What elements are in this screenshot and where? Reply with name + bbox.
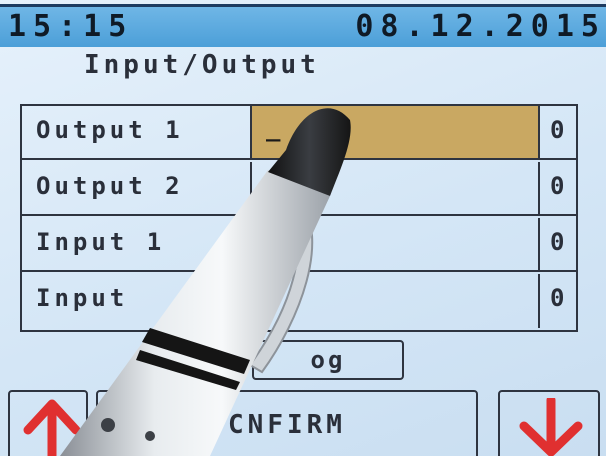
clock-date: 08.12.2015 (355, 9, 606, 44)
io-row-input-1: Input 1 0 (22, 218, 576, 272)
io-row-input-2: Input 0 (22, 274, 576, 328)
io-state: 0 (550, 172, 565, 200)
io-value-text: _ (266, 114, 281, 142)
io-value-field[interactable] (250, 218, 540, 270)
io-label: Input (36, 284, 129, 312)
status-bar: 15:15 08.12.2015 (0, 4, 606, 47)
io-value-field[interactable] (250, 162, 540, 214)
clock-time: 15:15 (8, 9, 134, 44)
io-table: Output 1 _ 0 Output 2 0 Input 1 0 Input (20, 104, 578, 332)
arrow-up-icon (23, 399, 81, 456)
io-label: Output 1 (36, 116, 184, 144)
page-title: Input/Output (84, 50, 320, 80)
io-row-output-2: Output 2 0 (22, 162, 576, 216)
io-state: 0 (550, 228, 565, 256)
io-value-field[interactable]: _ (250, 106, 540, 158)
io-state: 0 (550, 284, 565, 312)
scroll-down-button[interactable] (498, 390, 600, 456)
arrow-down-icon (519, 398, 583, 456)
io-row-output-1: Output 1 _ 0 (22, 106, 576, 160)
io-state: 0 (550, 116, 565, 144)
io-label: Output 2 (36, 172, 184, 200)
log-button[interactable]: og (252, 340, 404, 380)
io-label: Input 1 (36, 228, 166, 256)
io-value-field[interactable] (250, 274, 540, 328)
scroll-up-button[interactable] (8, 390, 88, 456)
touchscreen: 15:15 08.12.2015 Input/Output Output 1 _… (0, 0, 606, 456)
confirm-button[interactable]: CNFIRM (96, 390, 478, 456)
